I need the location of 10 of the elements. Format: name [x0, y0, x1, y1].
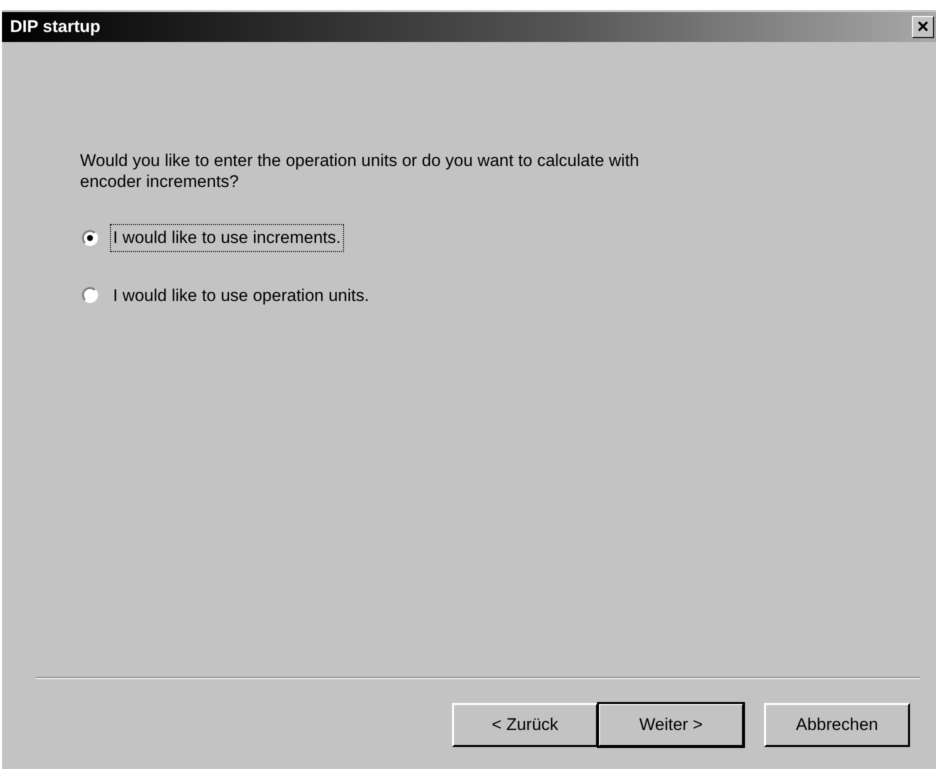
- close-button[interactable]: ×: [912, 16, 934, 38]
- next-button[interactable]: Weiter >: [598, 703, 744, 747]
- cancel-button[interactable]: Abbrechen: [764, 703, 910, 747]
- question-text: Would you like to enter the operation units or do you want to calculate with encoder increments?: [80, 150, 640, 192]
- back-button[interactable]: < Zurück: [452, 703, 598, 747]
- option-label[interactable]: I would like to use increments.: [110, 224, 344, 252]
- window-title: DIP startup: [10, 16, 100, 38]
- option-label[interactable]: I would like to use operation units.: [110, 282, 372, 309]
- radio-button[interactable]: [82, 230, 98, 246]
- radio-button[interactable]: [82, 287, 98, 304]
